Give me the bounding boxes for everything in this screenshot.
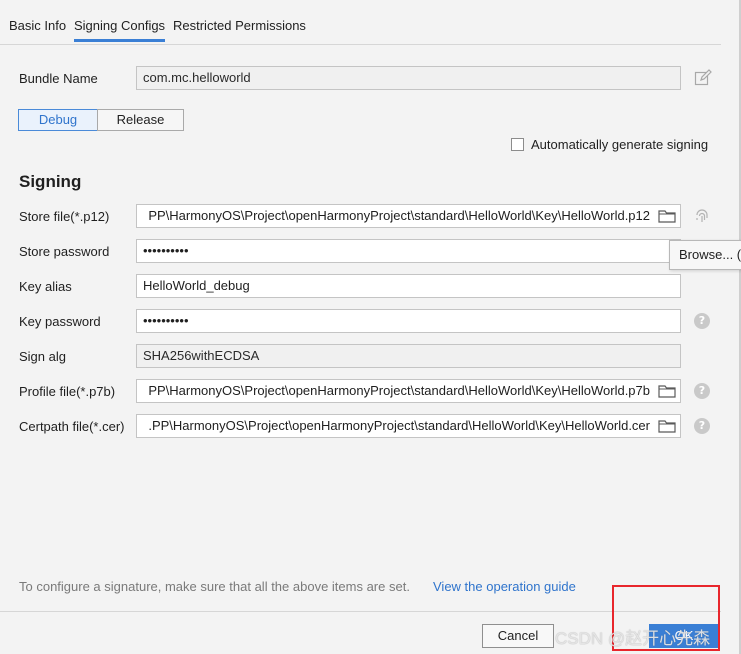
signing-configs-dialog: Basic Info Signing Configs Restricted Pe… [0, 0, 741, 654]
certpath-file-label: Certpath file(*.cer) [19, 419, 125, 434]
watermark: CSDN @赵开心先森 [555, 629, 711, 648]
bundle-name-label: Bundle Name [19, 71, 98, 86]
release-toggle[interactable]: Release [97, 109, 184, 131]
tab-signing-configs[interactable]: Signing Configs [74, 18, 166, 42]
cancel-button[interactable]: Cancel [482, 624, 554, 648]
bundle-name-field: com.mc.helloworld [136, 66, 681, 90]
browse-tooltip: Browse... (S [669, 240, 741, 270]
operation-guide-link[interactable]: View the operation guide [433, 579, 576, 594]
certpath-file-help-icon[interactable]: ? [694, 418, 710, 434]
fingerprint-icon[interactable] [694, 207, 710, 225]
key-password-input[interactable]: •••••••••• [136, 309, 681, 333]
profile-file-path: PP\HarmonyOS\Project\openHarmonyProject\… [148, 383, 650, 398]
auto-sign-label: Automatically generate signing [531, 137, 709, 152]
store-password-label: Store password [19, 244, 110, 259]
auto-sign-checkbox[interactable] [511, 138, 524, 151]
profile-file-label: Profile file(*.p7b) [19, 384, 116, 399]
store-file-input[interactable]: PP\HarmonyOS\Project\openHarmonyProject\… [136, 204, 681, 228]
folder-icon[interactable] [658, 384, 676, 398]
key-alias-input[interactable]: HelloWorld_debug [136, 274, 681, 298]
profile-file-input[interactable]: PP\HarmonyOS\Project\openHarmonyProject\… [136, 379, 681, 403]
certpath-file-input[interactable]: .PP\HarmonyOS\Project\openHarmonyProject… [136, 414, 681, 438]
key-password-label: Key password [19, 314, 101, 329]
footer-note: To configure a signature, make sure that… [19, 579, 410, 594]
store-password-input[interactable]: •••••••••• [136, 239, 681, 263]
store-file-label: Store file(*.p12) [19, 209, 110, 224]
sign-alg-field: SHA256withECDSA [136, 344, 681, 368]
edit-icon[interactable] [694, 69, 712, 87]
key-alias-label: Key alias [19, 279, 72, 294]
profile-file-help-icon[interactable]: ? [694, 383, 710, 399]
sign-alg-label: Sign alg [19, 349, 66, 364]
folder-icon[interactable] [658, 419, 676, 433]
certpath-file-path: .PP\HarmonyOS\Project\openHarmonyProject… [148, 418, 650, 433]
key-password-help-icon[interactable]: ? [694, 313, 710, 329]
tab-restricted-permissions[interactable]: Restricted Permissions [173, 18, 306, 33]
store-file-path: PP\HarmonyOS\Project\openHarmonyProject\… [148, 208, 650, 223]
tab-bar: Basic Info Signing Configs Restricted Pe… [0, 0, 721, 45]
debug-toggle[interactable]: Debug [18, 109, 98, 131]
signing-section-title: Signing [19, 172, 82, 191]
tab-basic-info[interactable]: Basic Info [9, 18, 66, 33]
folder-icon[interactable] [658, 209, 676, 223]
